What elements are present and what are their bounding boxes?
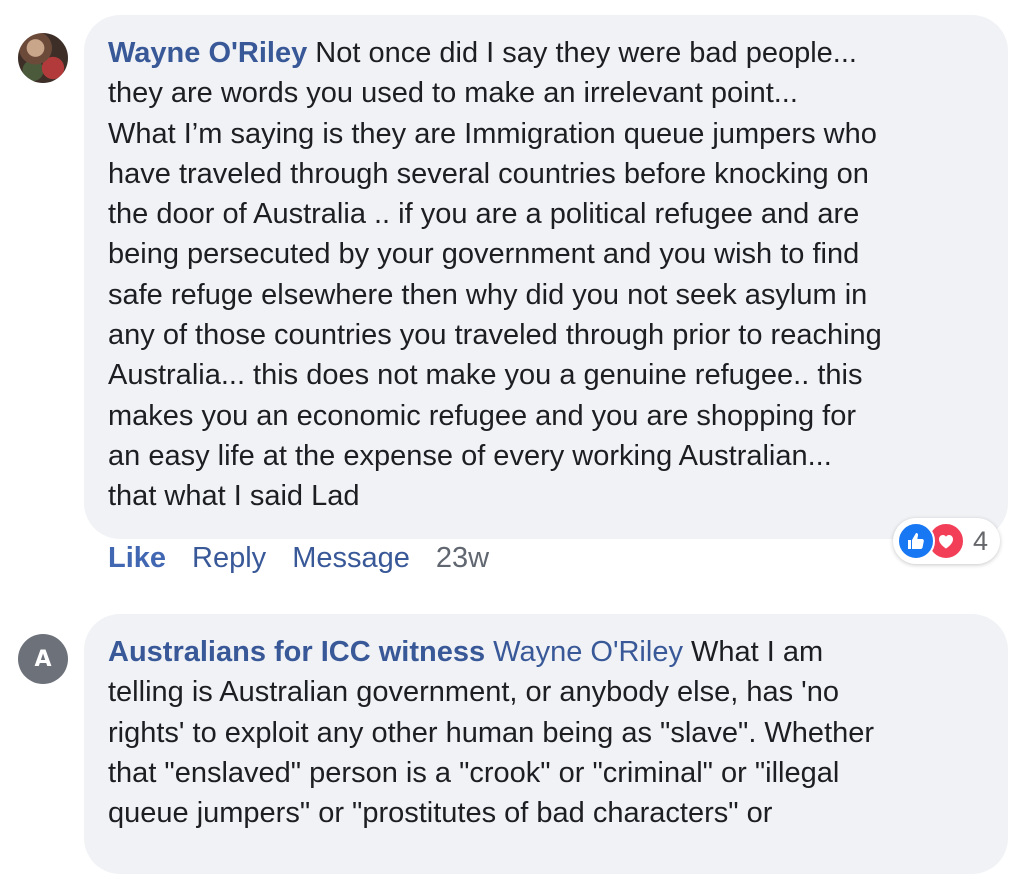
avatar[interactable]: A	[18, 634, 68, 684]
message-button[interactable]: Message	[292, 538, 410, 578]
reactions-summary[interactable]: 4	[893, 518, 1001, 564]
comment-author[interactable]: Australians for ICC witness	[108, 636, 485, 668]
avatar[interactable]	[18, 33, 68, 83]
comment-author[interactable]: Wayne O'Riley	[108, 37, 307, 69]
reply-button[interactable]: Reply	[192, 538, 266, 578]
reaction-count: 4	[973, 525, 989, 556]
comment-text: Wayne O'Riley Not once did I say they we…	[108, 33, 984, 517]
comment-text: Australians for ICC witness Wayne O'Rile…	[108, 632, 984, 833]
comment-timestamp[interactable]: 23w	[436, 538, 489, 578]
like-button[interactable]: Like	[108, 538, 166, 578]
avatar-letter: A	[34, 646, 52, 672]
comment-bubble: Wayne O'Riley Not once did I say they we…	[84, 15, 1008, 539]
like-icon	[897, 522, 935, 560]
comment-mention[interactable]: Wayne O'Riley	[493, 636, 683, 668]
comment-body: Not once did I say they were bad people.…	[108, 37, 882, 513]
comment-actions: Like Reply Message 23w	[108, 538, 489, 578]
comment-bubble: Australians for ICC witness Wayne O'Rile…	[84, 614, 1008, 874]
